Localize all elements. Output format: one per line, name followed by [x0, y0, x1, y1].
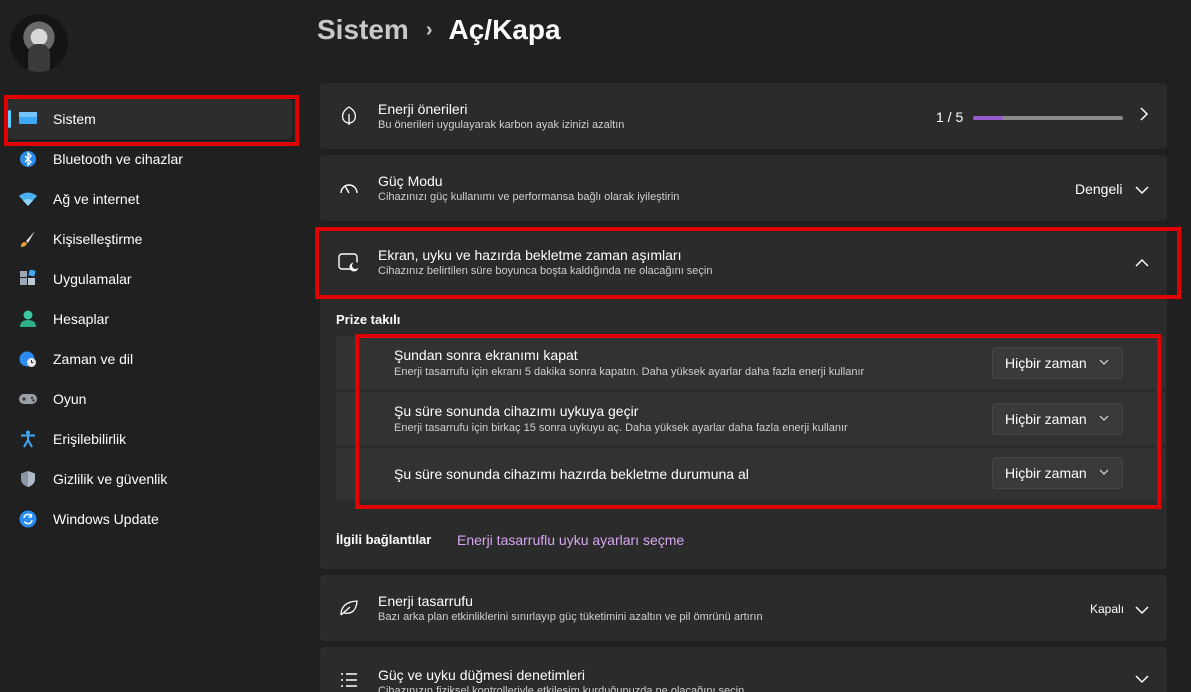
list-icon	[338, 669, 360, 691]
chevron-down-icon[interactable]	[1135, 671, 1149, 689]
row-description: Enerji tasarrufu için birkaç 15 sonra uy…	[394, 422, 848, 434]
card-subtitle: Cihazınız belirtilen süre boyunca boşta …	[378, 265, 713, 277]
sidebar-item-label: Windows Update	[53, 511, 159, 527]
progress-bar	[973, 116, 1123, 120]
energy-saver-leaf-icon	[338, 597, 360, 619]
sidebar-item-accessibility[interactable]: Erişilebilirlik	[8, 419, 292, 459]
monitor-icon	[18, 109, 38, 129]
chevron-right-icon	[1139, 107, 1149, 126]
dropdown-value: Hiçbir zaman	[1005, 465, 1087, 481]
sidebar-item-label: Zaman ve dil	[53, 351, 134, 367]
hibernate-dropdown[interactable]: Hiçbir zaman	[992, 457, 1123, 489]
power-buttons-card[interactable]: Güç ve uyku düğmesi denetimleri Cihazını…	[320, 647, 1167, 692]
card-title: Ekran, uyku ve hazırda bekletme zaman aş…	[378, 247, 682, 263]
card-title: Enerji tasarrufu	[378, 593, 473, 609]
timeouts-header[interactable]: Ekran, uyku ve hazırda bekletme zaman aş…	[320, 227, 1167, 297]
chevron-down-icon	[1099, 467, 1109, 479]
sidebar-item-label: Bluetooth ve cihazlar	[53, 151, 183, 167]
accessibility-icon	[18, 429, 38, 449]
update-icon	[18, 509, 38, 529]
sidebar-item-apps[interactable]: Uygulamalar	[8, 259, 292, 299]
bluetooth-icon	[18, 149, 38, 169]
energy-saver-status: Kapalı	[1090, 602, 1125, 616]
chevron-down-icon[interactable]	[1135, 602, 1149, 620]
energy-saver-card[interactable]: Enerji tasarrufu Bazı arka plan etkinlik…	[320, 575, 1167, 641]
chevron-up-icon[interactable]	[1135, 255, 1149, 273]
sidebar-item-label: Erişilebilirlik	[53, 431, 127, 447]
shield-icon	[18, 469, 38, 489]
dropdown-value: Hiçbir zaman	[1005, 355, 1087, 371]
avatar[interactable]	[10, 14, 68, 72]
speedometer-icon	[338, 177, 360, 199]
power-mode-card[interactable]: Güç Modu Cihazınızı güç kullanımı ve per…	[320, 155, 1167, 221]
brush-icon	[18, 229, 38, 249]
sleep-dropdown[interactable]: Hiçbir zaman	[992, 403, 1123, 435]
sidebar-item-network[interactable]: Ağ ve internet	[8, 179, 292, 219]
sidebar-item-sistem[interactable]: Sistem	[8, 99, 292, 139]
sidebar-item-accounts[interactable]: Hesaplar	[8, 299, 292, 339]
screen-sleep-icon	[338, 251, 360, 273]
sidebar-item-personalization[interactable]: Kişiselleştirme	[8, 219, 292, 259]
progress-fill	[973, 116, 1003, 120]
card-subtitle: Bazı arka plan etkinliklerini sınırlayıp…	[378, 611, 763, 623]
sidebar-item-label: Hesaplar	[53, 311, 110, 327]
row-description: Enerji tasarrufu için ekranı 5 dakika so…	[394, 366, 865, 378]
chevron-down-icon	[1099, 413, 1109, 425]
row-title: Şu süre sonunda cihazımı uykuya geçir	[394, 403, 639, 419]
chevron-down-icon	[1099, 357, 1109, 369]
power-mode-value[interactable]: Dengeli	[1075, 181, 1122, 197]
related-label: İlgili bağlantılar	[336, 532, 432, 547]
sidebar-item-label: Uygulamalar	[53, 271, 132, 287]
energy-efficient-sleep-link[interactable]: Enerji tasarruflu uyku ayarları seçme	[457, 532, 684, 548]
sidebar-item-label: Kişiselleştirme	[53, 231, 143, 247]
sidebar-item-bluetooth[interactable]: Bluetooth ve cihazlar	[8, 139, 292, 179]
breadcrumb-separator: ›	[425, 18, 433, 41]
sidebar-item-gaming[interactable]: Oyun	[8, 379, 292, 419]
dropdown-value: Hiçbir zaman	[1005, 411, 1087, 427]
sidebar-item-time-language[interactable]: Zaman ve dil	[8, 339, 292, 379]
card-subtitle: Cihazınızın fiziksel kontrolleriyle etki…	[378, 685, 745, 692]
sidebar-item-label: Sistem	[53, 111, 96, 127]
gamepad-icon	[18, 389, 38, 409]
sidebar-item-label: Oyun	[53, 391, 87, 407]
chevron-down-icon[interactable]	[1135, 182, 1149, 200]
section-label: Prize takılı	[336, 312, 401, 327]
card-subtitle: Cihazınızı güç kullanımı ve performansa …	[378, 191, 680, 203]
sidebar-item-label: Ağ ve internet	[53, 191, 140, 207]
card-title: Güç Modu	[378, 173, 443, 189]
sidebar-item-label: Gizlilik ve güvenlik	[53, 471, 168, 487]
globe-clock-icon	[18, 349, 38, 369]
leaf-icon	[338, 105, 360, 127]
row-title: Şundan sonra ekranımı kapat	[394, 347, 578, 363]
breadcrumb-parent[interactable]: Sistem	[317, 14, 409, 46]
person-icon	[18, 309, 38, 329]
row-title: Şu süre sonunda cihazımı hazırda bekletm…	[394, 466, 749, 482]
screen-off-dropdown[interactable]: Hiçbir zaman	[992, 347, 1123, 379]
wifi-icon	[18, 189, 38, 209]
breadcrumb: Sistem › Aç/Kapa	[317, 14, 561, 46]
card-title: Enerji önerileri	[378, 101, 468, 117]
sidebar-item-windows-update[interactable]: Windows Update	[8, 499, 292, 539]
card-title: Güç ve uyku düğmesi denetimleri	[378, 667, 585, 683]
progress-label: 1 / 5	[936, 109, 964, 125]
sidebar-nav: Sistem Bluetooth ve cihazlar Ağ ve inter…	[8, 99, 292, 539]
apps-icon	[18, 269, 38, 289]
related-links: İlgili bağlantılar Enerji tasarruflu uyk…	[320, 512, 1167, 569]
sidebar-item-privacy[interactable]: Gizlilik ve güvenlik	[8, 459, 292, 499]
active-indicator	[8, 110, 11, 128]
page-title: Aç/Kapa	[448, 14, 561, 45]
divider	[320, 298, 1167, 299]
card-subtitle: Bu önerileri uygulayarak karbon ayak izi…	[378, 119, 625, 131]
energy-recommendations-card[interactable]: Enerji önerileri Bu önerileri uygulayara…	[320, 83, 1167, 149]
